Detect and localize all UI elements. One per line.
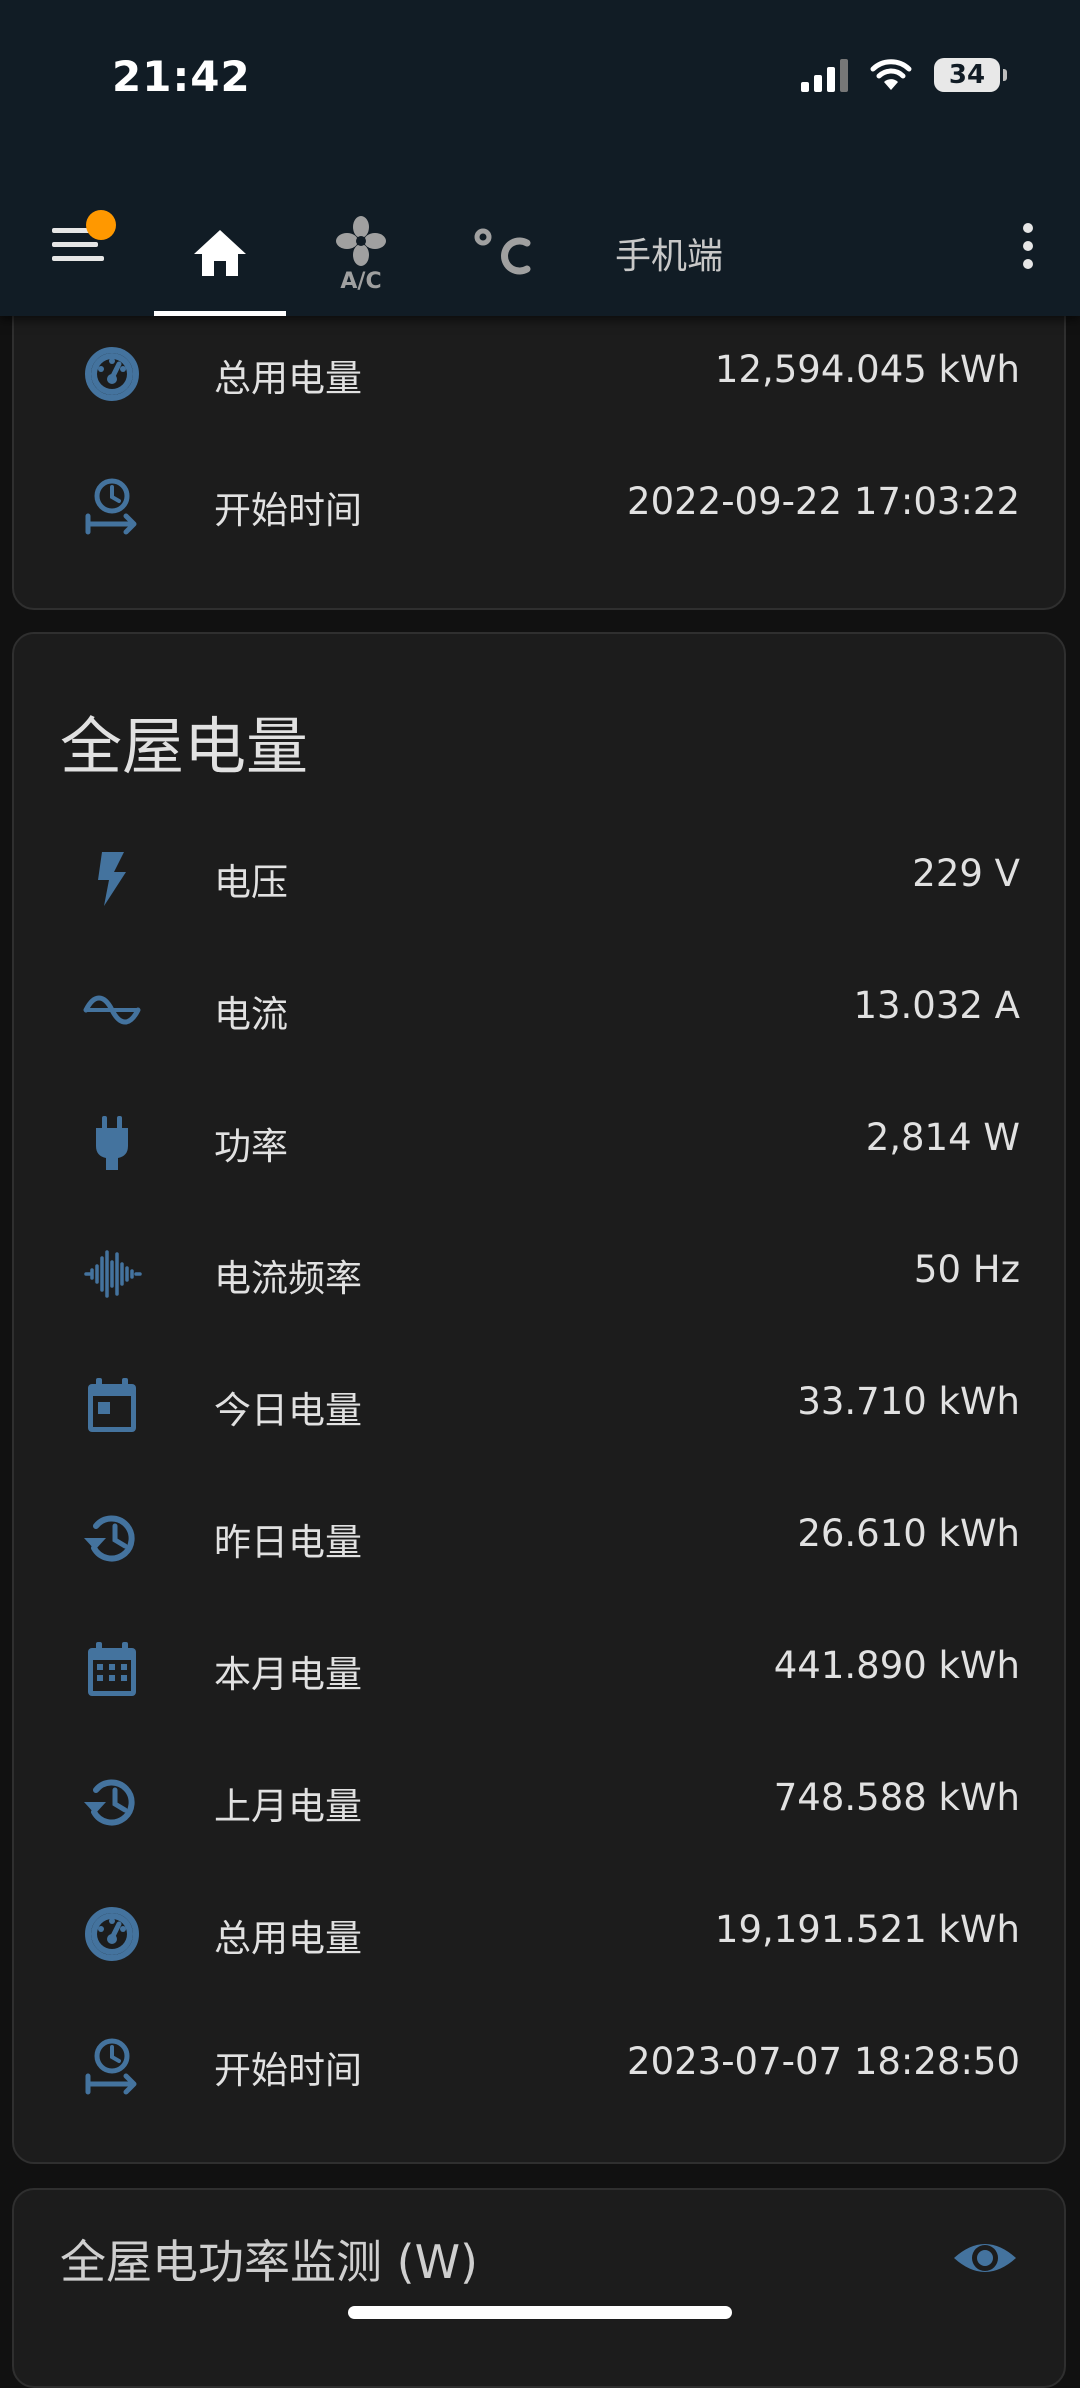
- entity-label: 本月电量: [214, 1653, 362, 1696]
- menu-button[interactable]: [44, 210, 116, 272]
- calendar-today-icon: [82, 1376, 142, 1436]
- card-title: 全屋电功率监测 (W): [60, 2235, 478, 2289]
- home-icon: [194, 230, 246, 276]
- tab-mobile-label: 手机端: [614, 236, 723, 277]
- entity-row-last-month-energy[interactable]: 上月电量 748.588 kWh: [14, 1734, 1064, 1866]
- entity-row-start-time[interactable]: 开始时间 2023-07-07 18:28:50: [14, 1998, 1064, 2130]
- more-vertical-icon: [1023, 223, 1033, 269]
- entity-value: 2022-09-22 17:03:22: [627, 480, 1020, 523]
- sine-wave-icon: [82, 980, 142, 1040]
- cellular-signal-icon: [801, 58, 848, 92]
- entity-value: 13.032 A: [853, 984, 1020, 1027]
- entity-label: 总用电量: [214, 1917, 362, 1960]
- entity-label: 电压: [214, 861, 288, 904]
- card-title: 全屋电量: [60, 710, 309, 783]
- tab-mobile[interactable]: 手机端: [590, 190, 748, 316]
- history-icon: [82, 1772, 142, 1832]
- thermometer-celsius-icon: [474, 228, 531, 275]
- eye-icon: [954, 2244, 1016, 2272]
- entity-value: 229 V: [912, 852, 1020, 895]
- entity-row-month-energy[interactable]: 本月电量 441.890 kWh: [14, 1602, 1064, 1734]
- entity-value: 26.610 kWh: [797, 1512, 1020, 1555]
- entity-row-power[interactable]: 功率 2,814 W: [14, 1074, 1064, 1206]
- tab-temperature[interactable]: [444, 190, 562, 316]
- entity-label: 昨日电量: [214, 1521, 362, 1564]
- power-monitor-card: 全屋电功率监测 (W): [12, 2188, 1066, 2388]
- notification-badge: [86, 210, 116, 240]
- clock-start-icon: [82, 2036, 142, 2096]
- battery-indicator: 34: [934, 58, 1007, 92]
- entity-value: 2,814 W: [865, 1116, 1020, 1159]
- tab-bar: A/C 手机端: [0, 190, 1080, 316]
- entity-value: 441.890 kWh: [773, 1644, 1020, 1687]
- svg-text:A/C: A/C: [340, 269, 381, 291]
- home-indicator[interactable]: [348, 2306, 732, 2319]
- entity-row-total-energy[interactable]: 总用电量 19,191.521 kWh: [14, 1866, 1064, 1998]
- flash-icon: [82, 848, 142, 908]
- entity-label: 功率: [214, 1125, 288, 1168]
- status-icons: 34: [801, 58, 1007, 92]
- entity-label: 开始时间: [214, 489, 362, 532]
- status-time: 21:42: [112, 52, 251, 101]
- entity-row-frequency[interactable]: 电流频率 50 Hz: [14, 1206, 1064, 1338]
- visibility-button[interactable]: [950, 2230, 1020, 2286]
- tab-ac[interactable]: A/C: [304, 190, 418, 316]
- entity-value: 12,594.045 kWh: [714, 348, 1020, 391]
- waveform-icon: [82, 1244, 142, 1304]
- history-icon: [82, 1508, 142, 1568]
- entity-label: 电流: [214, 993, 288, 1036]
- app-header: 21:42 34 A/C 手机端: [0, 0, 1080, 316]
- entity-row-current[interactable]: 电流 13.032 A: [14, 942, 1064, 1074]
- entity-value: 748.588 kWh: [773, 1776, 1020, 1819]
- plug-icon: [82, 1112, 142, 1172]
- tab-home[interactable]: [154, 190, 286, 316]
- more-options-button[interactable]: [1008, 218, 1048, 274]
- entity-value: 50 Hz: [913, 1248, 1020, 1291]
- entity-label: 今日电量: [214, 1389, 362, 1432]
- entity-label: 上月电量: [214, 1785, 362, 1828]
- entity-value: 2023-07-07 18:28:50: [627, 2040, 1020, 2083]
- gauge-icon: [82, 344, 142, 404]
- entity-value: 19,191.521 kWh: [714, 1908, 1020, 1951]
- entity-row-total-energy[interactable]: 总用电量 12,594.045 kWh: [14, 306, 1064, 438]
- entity-label: 电流频率: [214, 1257, 362, 1300]
- entity-label: 总用电量: [214, 357, 362, 400]
- gauge-icon: [82, 1904, 142, 1964]
- ac-icon: A/C: [336, 216, 386, 291]
- entity-row-yesterday-energy[interactable]: 昨日电量 26.610 kWh: [14, 1470, 1064, 1602]
- clock-start-icon: [82, 476, 142, 536]
- calendar-month-icon: [82, 1640, 142, 1700]
- entity-row-start-time[interactable]: 开始时间 2022-09-22 17:03:22: [14, 438, 1064, 570]
- entity-row-voltage[interactable]: 电压 229 V: [14, 810, 1064, 942]
- whole-house-energy-card: 全屋电量 电压 229 V 电流 13.032 A 功率 2,814 W 电流频…: [12, 632, 1066, 2164]
- entity-value: 33.710 kWh: [797, 1380, 1020, 1423]
- entity-label: 开始时间: [214, 2049, 362, 2092]
- wifi-icon: [870, 59, 912, 90]
- entity-row-today-energy[interactable]: 今日电量 33.710 kWh: [14, 1338, 1064, 1470]
